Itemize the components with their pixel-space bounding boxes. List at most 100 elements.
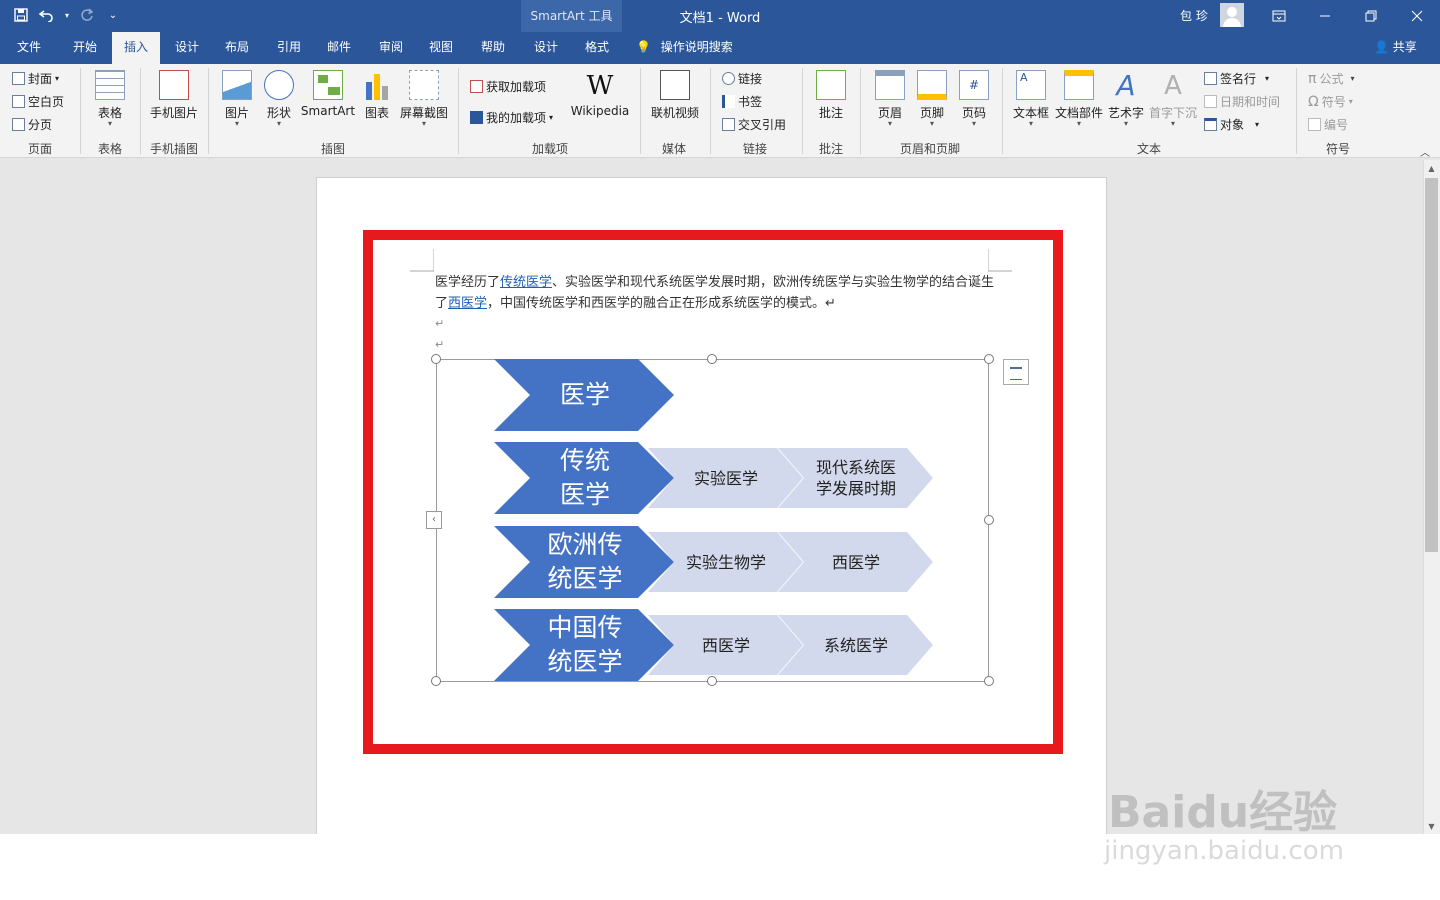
redo-icon[interactable] [76,4,98,26]
group-label-phone: 手机插图 [149,142,198,156]
save-icon[interactable] [10,4,32,26]
screenshot-button[interactable]: 屏幕截图 ▾ [398,70,450,128]
group-separator [640,68,641,154]
online-video-icon [660,70,690,100]
signature-line-button[interactable]: 签名行 ▾ [1204,70,1269,87]
chevron-down-icon[interactable]: ▾ [62,4,72,26]
comment-button[interactable]: 批注 [812,70,850,121]
drop-cap-button[interactable]: A 首字下沉 ▾ [1148,70,1198,128]
tab-smartart-design[interactable]: 设计 [521,32,571,64]
tab-mailings[interactable]: 邮件 [314,32,364,64]
smartart-button[interactable]: SmartArt [300,70,356,118]
omega-icon: Ω [1308,93,1319,110]
cover-page-button[interactable]: 封面 ▾ [12,70,59,87]
group-separator [458,68,459,154]
undo-icon[interactable] [36,4,58,26]
lightbulb-icon: 💡 [636,40,651,54]
shapes-button[interactable]: 形状 ▾ [260,70,298,128]
user-name[interactable]: 包 珍 [1180,7,1208,24]
date-time-button[interactable]: 日期和时间 [1204,93,1280,110]
scroll-up-icon[interactable]: ▲ [1425,162,1438,176]
group-label-header-footer: 页眉和页脚 [899,142,960,156]
watermark-url: jingyan.baidu.com [1104,836,1344,866]
screenshot-icon [409,70,439,100]
group-separator [860,68,861,154]
table-button[interactable]: 表格 ▾ [90,70,130,128]
group-label-illustrations: 插图 [320,142,345,156]
tab-review[interactable]: 审阅 [366,32,416,64]
pi-icon: π [1308,70,1317,87]
numbering-icon [1308,118,1321,131]
picture-button[interactable]: 图片 ▾ [218,70,256,128]
picture-icon [222,70,252,100]
group-label-media: 媒体 [661,142,686,156]
group-separator [1296,68,1297,154]
group-label-links: 链接 [742,142,767,156]
numbering-button[interactable]: 编号 [1308,116,1348,133]
tab-help[interactable]: 帮助 [468,32,518,64]
my-addins-button[interactable]: 我的加载项 ▾ [470,109,553,126]
wordart-icon: A [1116,69,1136,102]
object-icon [1204,118,1217,131]
tab-view[interactable]: 视图 [416,32,466,64]
tab-home[interactable]: 开始 [60,32,110,64]
tell-me-search[interactable]: 💡 操作说明搜索 [636,32,733,64]
symbol-button[interactable]: Ω 符号 ▾ [1308,93,1353,110]
header-button[interactable]: 页眉 ▾ [872,70,908,128]
group-label-tables: 表格 [97,142,122,156]
page-number-icon: # [959,70,989,100]
footer-button[interactable]: 页脚 ▾ [914,70,950,128]
quick-access-toolbar: ▾ ⌄ [10,4,124,26]
scroll-down-icon[interactable]: ▼ [1425,820,1438,834]
wikipedia-button[interactable]: W Wikipedia [568,70,632,118]
title-bar: ▾ ⌄ SmartArt 工具 文档1 - Word 包 珍 [0,0,1440,64]
share-button[interactable]: 👤 共享 [1374,32,1417,64]
tab-references[interactable]: 引用 [264,32,314,64]
chart-button[interactable]: 图表 [360,70,394,121]
smartart-icon [313,70,343,100]
restore-icon[interactable] [1348,0,1394,32]
page-number-button[interactable]: # 页码 ▾ [956,70,992,128]
quick-parts-button[interactable]: 文档部件 ▾ [1054,70,1104,128]
footer-icon [917,70,947,100]
group-separator [710,68,711,154]
blank-page-button[interactable]: 空白页 [12,93,64,110]
wikipedia-icon: W [586,71,614,101]
tab-insert[interactable]: 插入 [112,32,160,64]
wordart-button[interactable]: A 艺术字 ▾ [1106,69,1146,129]
textbox-button[interactable]: A 文本框 ▾ [1010,70,1052,128]
group-label-text: 文本 [1136,142,1161,156]
tab-design[interactable]: 设计 [162,32,212,64]
get-addins-button[interactable]: 获取加载项 [470,78,546,95]
equation-button[interactable]: π 公式 ▾ [1308,70,1354,87]
page-break-button[interactable]: 分页 [12,116,52,133]
online-video-button[interactable]: 联机视频 [648,70,702,121]
scroll-thumb[interactable] [1425,178,1438,552]
signature-line-icon [1204,72,1217,85]
customize-icon[interactable]: ⌄ [102,4,124,26]
close-icon[interactable] [1394,0,1440,32]
avatar[interactable] [1220,3,1244,27]
object-button[interactable]: 对象 ▾ [1204,116,1259,133]
link-button[interactable]: 链接 [722,70,762,87]
ribbon-display-options-icon[interactable] [1256,0,1302,32]
phone-picture-button[interactable]: 手机图片 [146,70,202,121]
tab-file[interactable]: 文件 [4,32,54,64]
collapse-ribbon-icon[interactable]: ︿ [1420,144,1430,159]
addins-icon [470,111,483,124]
cover-page-icon [12,72,25,85]
group-separator [208,68,209,154]
share-label: 共享 [1392,40,1417,54]
cross-reference-button[interactable]: 交叉引用 [722,116,786,133]
store-icon [470,80,483,93]
bookmark-button[interactable]: 书签 [722,93,762,110]
tab-layout[interactable]: 布局 [212,32,262,64]
minimize-icon[interactable] [1302,0,1348,32]
tab-smartart-format[interactable]: 格式 [572,32,622,64]
group-separator [1002,68,1003,154]
textbox-icon: A [1016,70,1046,100]
quick-parts-icon [1064,70,1094,100]
calendar-icon [1204,95,1217,108]
tell-me-label: 操作说明搜索 [660,40,733,54]
highlight-box [363,230,1063,754]
